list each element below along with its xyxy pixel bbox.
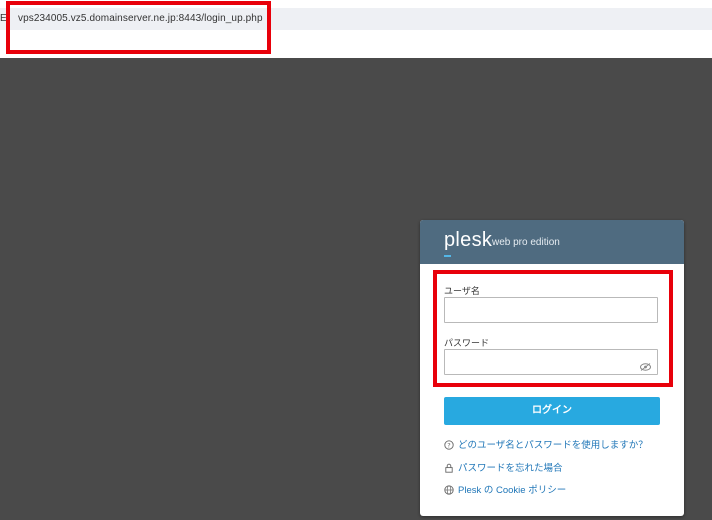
url-highlight-box xyxy=(6,1,271,54)
logo-accent xyxy=(444,255,451,257)
svg-text:?: ? xyxy=(447,441,450,449)
cookie-policy-link[interactable]: Plesk の Cookie ポリシー xyxy=(444,482,566,496)
forgot-password-link[interactable]: パスワードを忘れた場合 xyxy=(444,460,563,474)
plesk-logo: plesk xyxy=(444,229,493,251)
globe-icon xyxy=(444,485,454,495)
help-circle-icon: ? xyxy=(444,440,454,450)
help-link[interactable]: ? どのユーザ名とパスワードを使用しますか？ xyxy=(444,437,648,451)
forgot-password-text: パスワードを忘れた場合 xyxy=(458,463,563,474)
login-button[interactable]: ログイン xyxy=(444,397,660,425)
lock-icon xyxy=(445,463,453,473)
form-highlight-box xyxy=(433,270,673,387)
help-link-text: どのユーザ名とパスワードを使用しますか？ xyxy=(458,440,648,451)
login-card-header: plesk web pro edition xyxy=(420,220,684,264)
edition-label: web pro edition xyxy=(492,237,560,248)
cookie-policy-text: Plesk の Cookie ポリシー xyxy=(458,485,567,496)
